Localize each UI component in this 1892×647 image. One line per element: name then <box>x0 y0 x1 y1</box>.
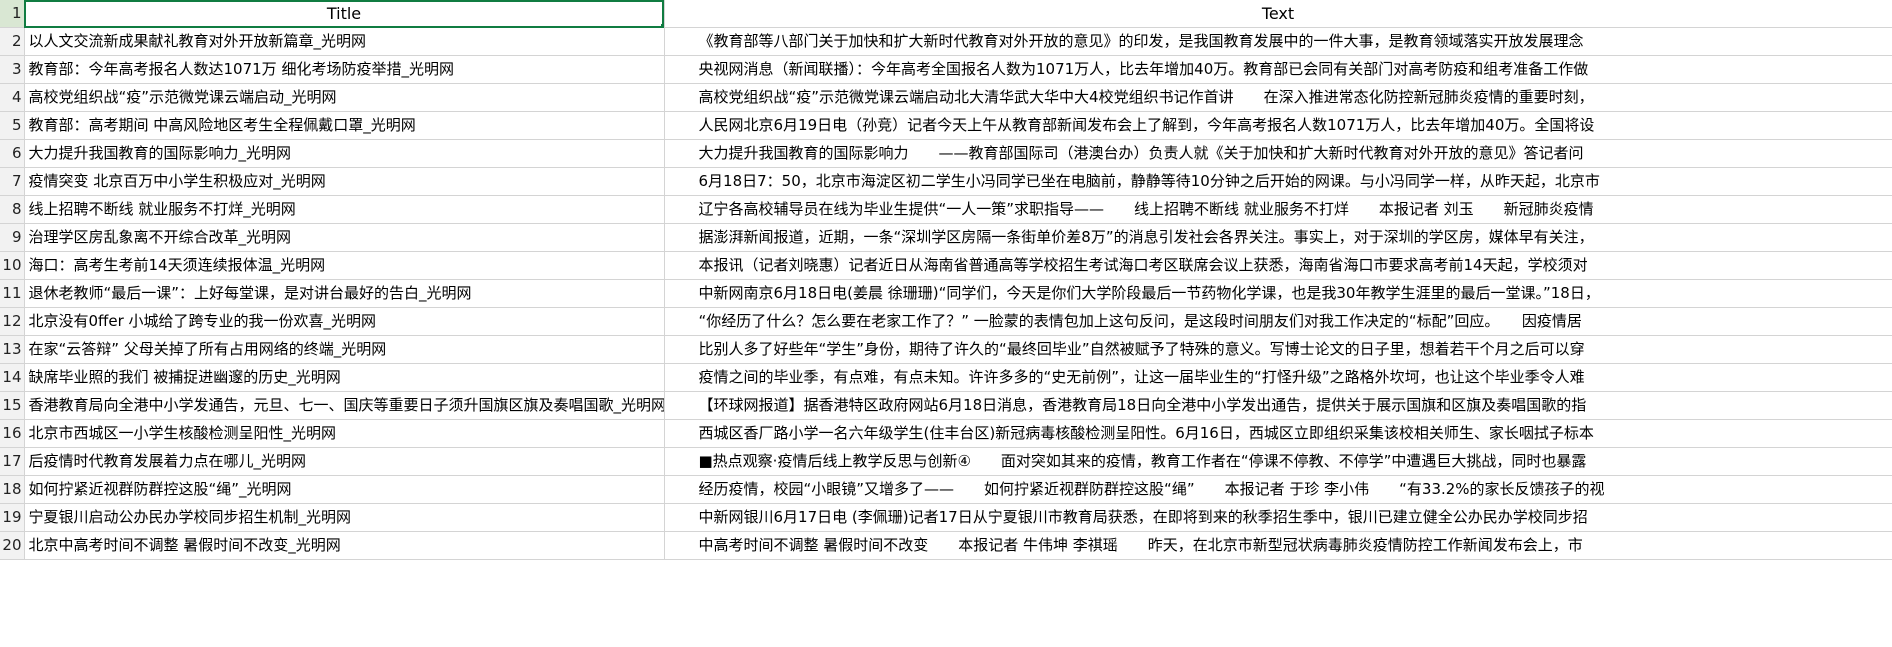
table-row: 17 后疫情时代教育发展着力点在哪儿_光明网 ■热点观察·疫情后线上教学反思与创… <box>0 447 1892 476</box>
table-row: 3 教育部：今年高考报名人数达1071万 细化考场防疫举措_光明网 央视网消息（… <box>0 55 1892 84</box>
title-cell[interactable]: 如何拧紧近视群防群控这股“绳”_光明网 <box>24 475 665 504</box>
title-cell[interactable]: 以人文交流新成果献礼教育对外开放新篇章_光明网 <box>24 27 665 56</box>
text-cell[interactable]: 中高考时间不调整 暑假时间不改变 本报记者 牛伟坤 李祺瑶 昨天，在北京市新型冠… <box>664 531 1892 560</box>
table-row: 9 治理学区房乱象离不开综合改革_光明网 据澎湃新闻报道，近期，一条“深圳学区房… <box>0 223 1892 252</box>
title-cell[interactable]: 教育部：今年高考报名人数达1071万 细化考场防疫举措_光明网 <box>24 55 665 84</box>
row-number[interactable]: 10 <box>0 251 25 280</box>
text-cell[interactable]: ■热点观察·疫情后线上教学反思与创新④ 面对突如其来的疫情，教育工作者在“停课不… <box>664 447 1892 476</box>
text-cell[interactable]: 经历疫情，校园“小眼镜”又增多了—— 如何拧紧近视群防群控这股“绳” 本报记者 … <box>664 475 1892 504</box>
row-number[interactable]: 11 <box>0 279 25 308</box>
header-cell-text[interactable]: Text <box>664 0 1892 28</box>
table-row: 5 教育部：高考期间 中高风险地区考生全程佩戴口罩_光明网 人民网北京6月19日… <box>0 111 1892 140</box>
table-row: 4 高校党组织战“疫”示范微党课云端启动_光明网 高校党组织战“疫”示范微党课云… <box>0 83 1892 112</box>
text-cell[interactable]: 疫情之间的毕业季，有点难，有点未知。许许多多的“史无前例”，让这一届毕业生的“打… <box>664 363 1892 392</box>
data-grid: 1 Title Text 2 以人文交流新成果献礼教育对外开放新篇章_光明网 《… <box>0 0 1892 560</box>
table-row: 20 北京中高考时间不调整 暑假时间不改变_光明网 中高考时间不调整 暑假时间不… <box>0 531 1892 560</box>
row-number[interactable]: 14 <box>0 363 25 392</box>
text-cell[interactable]: 中新网南京6月18日电(姜晨 徐珊珊)“同学们，今天是你们大学阶段最后一节药物化… <box>664 279 1892 308</box>
spreadsheet: 1 Title Text 2 以人文交流新成果献礼教育对外开放新篇章_光明网 《… <box>0 0 1892 647</box>
header-row: 1 Title Text <box>0 0 1892 28</box>
title-cell[interactable]: 疫情突变 北京百万中小学生积极应对_光明网 <box>24 167 665 196</box>
title-cell[interactable]: 海口：高考生考前14天须连续报体温_光明网 <box>24 251 665 280</box>
title-cell[interactable]: 缺席毕业照的我们 被捕捉进幽邃的历史_光明网 <box>24 363 665 392</box>
row-number[interactable]: 4 <box>0 83 25 112</box>
title-cell[interactable]: 北京市西城区一小学生核酸检测呈阳性_光明网 <box>24 419 665 448</box>
text-cell[interactable]: 大力提升我国教育的国际影响力 ——教育部国际司（港澳台办）负责人就《关于加快和扩… <box>664 139 1892 168</box>
text-cell[interactable]: 高校党组织战“疫”示范微党课云端启动北大清华武大华中大4校党组织书记作首讲 在深… <box>664 83 1892 112</box>
title-cell[interactable]: 高校党组织战“疫”示范微党课云端启动_光明网 <box>24 83 665 112</box>
title-cell[interactable]: 治理学区房乱象离不开综合改革_光明网 <box>24 223 665 252</box>
row-number[interactable]: 7 <box>0 167 25 196</box>
table-row: 14 缺席毕业照的我们 被捕捉进幽邃的历史_光明网 疫情之间的毕业季，有点难，有… <box>0 363 1892 392</box>
row-number[interactable]: 8 <box>0 195 25 224</box>
row-number[interactable]: 17 <box>0 447 25 476</box>
text-cell[interactable]: 6月18日7：50，北京市海淀区初二学生小冯同学已坐在电脑前，静静等待10分钟之… <box>664 167 1892 196</box>
title-cell[interactable]: 退休老教师“最后一课”：上好每堂课，是对讲台最好的告白_光明网 <box>24 279 665 308</box>
text-cell[interactable]: 《教育部等八部门关于加快和扩大新时代教育对外开放的意见》的印发，是我国教育发展中… <box>664 27 1892 56</box>
text-cell[interactable]: “你经历了什么？怎么要在老家工作了？” 一脸蒙的表情包加上这句反问，是这段时间朋… <box>664 307 1892 336</box>
title-cell[interactable]: 教育部：高考期间 中高风险地区考生全程佩戴口罩_光明网 <box>24 111 665 140</box>
table-row: 19 宁夏银川启动公办民办学校同步招生机制_光明网 中新网银川6月17日电 (李… <box>0 503 1892 532</box>
title-cell[interactable]: 香港教育局向全港中小学发通告，元旦、七一、国庆等重要日子须升国旗区旗及奏唱国歌_… <box>24 391 665 420</box>
row-number[interactable]: 20 <box>0 531 25 560</box>
row-number[interactable]: 12 <box>0 307 25 336</box>
row-number[interactable]: 15 <box>0 391 25 420</box>
text-cell[interactable]: 【环球网报道】据香港特区政府网站6月18日消息，香港教育局18日向全港中小学发出… <box>664 391 1892 420</box>
table-row: 2 以人文交流新成果献礼教育对外开放新篇章_光明网 《教育部等八部门关于加快和扩… <box>0 27 1892 56</box>
table-row: 16 北京市西城区一小学生核酸检测呈阳性_光明网 西城区香厂路小学一名六年级学生… <box>0 419 1892 448</box>
title-cell[interactable]: 宁夏银川启动公办民办学校同步招生机制_光明网 <box>24 503 665 532</box>
row-number[interactable]: 3 <box>0 55 25 84</box>
title-cell[interactable]: 北京中高考时间不调整 暑假时间不改变_光明网 <box>24 531 665 560</box>
row-number[interactable]: 19 <box>0 503 25 532</box>
text-cell[interactable]: 央视网消息（新闻联播）：今年高考全国报名人数为1071万人，比去年增加40万。教… <box>664 55 1892 84</box>
title-cell[interactable]: 后疫情时代教育发展着力点在哪儿_光明网 <box>24 447 665 476</box>
text-cell[interactable]: 辽宁各高校辅导员在线为毕业生提供“一人一策”求职指导—— 线上招聘不断线 就业服… <box>664 195 1892 224</box>
row-number[interactable]: 18 <box>0 475 25 504</box>
text-cell[interactable]: 比别人多了好些年“学生”身份，期待了许久的“最终回毕业”自然被赋予了特殊的意义。… <box>664 335 1892 364</box>
text-cell[interactable]: 中新网银川6月17日电 (李佩珊)记者17日从宁夏银川市教育局获悉，在即将到来的… <box>664 503 1892 532</box>
row-number[interactable]: 16 <box>0 419 25 448</box>
table-row: 15 香港教育局向全港中小学发通告，元旦、七一、国庆等重要日子须升国旗区旗及奏唱… <box>0 391 1892 420</box>
title-cell[interactable]: 大力提升我国教育的国际影响力_光明网 <box>24 139 665 168</box>
text-cell[interactable]: 据澎湃新闻报道，近期，一条“深圳学区房隔一条街单价差8万”的消息引发社会各界关注… <box>664 223 1892 252</box>
row-number[interactable]: 13 <box>0 335 25 364</box>
title-cell[interactable]: 在家“云答辩” 父母关掉了所有占用网络的终端_光明网 <box>24 335 665 364</box>
table-row: 7 疫情突变 北京百万中小学生积极应对_光明网 6月18日7：50，北京市海淀区… <box>0 167 1892 196</box>
table-row: 12 北京没有0ffer 小城给了跨专业的我一份欢喜_光明网 “你经历了什么？怎… <box>0 307 1892 336</box>
header-cell-title[interactable]: Title <box>24 0 665 28</box>
table-row: 18 如何拧紧近视群防群控这股“绳”_光明网 经历疫情，校园“小眼镜”又增多了—… <box>0 475 1892 504</box>
row-number[interactable]: 9 <box>0 223 25 252</box>
row-number[interactable]: 2 <box>0 27 25 56</box>
title-cell[interactable]: 线上招聘不断线 就业服务不打烊_光明网 <box>24 195 665 224</box>
table-row: 8 线上招聘不断线 就业服务不打烊_光明网 辽宁各高校辅导员在线为毕业生提供“一… <box>0 195 1892 224</box>
text-cell[interactable]: 人民网北京6月19日电（孙竞）记者今天上午从教育部新闻发布会上了解到，今年高考报… <box>664 111 1892 140</box>
title-cell[interactable]: 北京没有0ffer 小城给了跨专业的我一份欢喜_光明网 <box>24 307 665 336</box>
table-row: 13 在家“云答辩” 父母关掉了所有占用网络的终端_光明网 比别人多了好些年“学… <box>0 335 1892 364</box>
text-cell[interactable]: 本报讯（记者刘晓惠）记者近日从海南省普通高等学校招生考试海口考区联席会议上获悉，… <box>664 251 1892 280</box>
text-cell[interactable]: 西城区香厂路小学一名六年级学生(住丰台区)新冠病毒核酸检测呈阳性。6月16日，西… <box>664 419 1892 448</box>
row-number[interactable]: 6 <box>0 139 25 168</box>
table-row: 11 退休老教师“最后一课”：上好每堂课，是对讲台最好的告白_光明网 中新网南京… <box>0 279 1892 308</box>
table-row: 10 海口：高考生考前14天须连续报体温_光明网 本报讯（记者刘晓惠）记者近日从… <box>0 251 1892 280</box>
row-number[interactable]: 5 <box>0 111 25 140</box>
table-row: 6 大力提升我国教育的国际影响力_光明网 大力提升我国教育的国际影响力 ——教育… <box>0 139 1892 168</box>
row-number[interactable]: 1 <box>0 0 25 28</box>
